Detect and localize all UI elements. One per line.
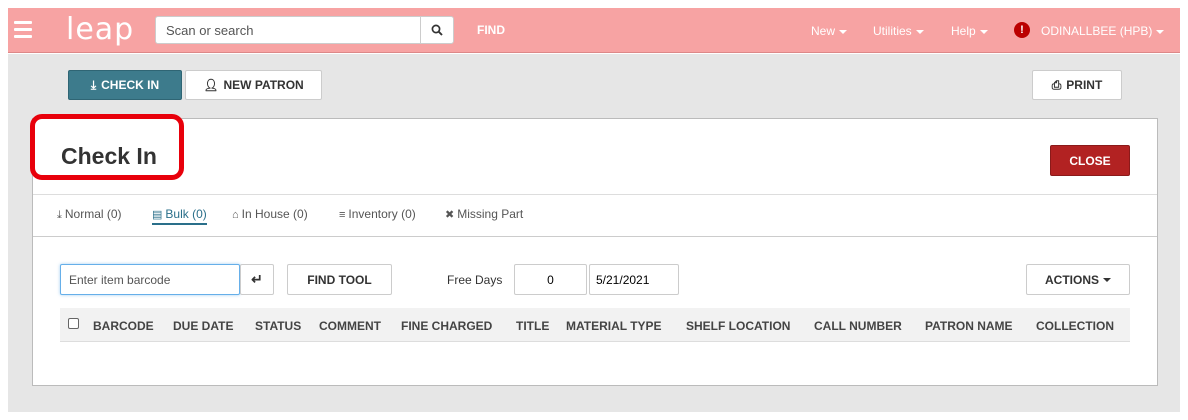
menu-help-label: Help bbox=[951, 24, 976, 38]
close-button[interactable]: CLOSE bbox=[1050, 145, 1130, 176]
alert-icon[interactable]: ! bbox=[1014, 22, 1030, 38]
column-header[interactable]: FINE CHARGED bbox=[401, 319, 492, 333]
tab-missing-part-label: Missing Part bbox=[457, 207, 524, 221]
actions-dropdown-label: ACTIONS bbox=[1045, 272, 1099, 287]
caret-down-icon bbox=[979, 29, 988, 34]
page-body: ⤓ CHECK IN 👤︎ NEW PATRON ⎙ PRINT Check I… bbox=[8, 54, 1180, 412]
top-navbar: leap FIND New Utilities Help ! ODINALLBE… bbox=[8, 8, 1180, 53]
column-header[interactable]: STATUS bbox=[255, 319, 301, 333]
caret-down-icon bbox=[839, 29, 848, 34]
highlight-annotation bbox=[30, 114, 184, 180]
check-in-tabs: ⤓ Normal (0) ▤ Bulk (0) ⌂ In House (0) ≡ Inv… bbox=[33, 195, 1157, 237]
free-days-label: Free Days bbox=[447, 273, 503, 287]
due-date-input[interactable] bbox=[589, 264, 679, 295]
actions-dropdown[interactable]: ACTIONS bbox=[1026, 264, 1130, 295]
tab-bulk-label: Bulk (0) bbox=[165, 207, 207, 221]
tab-missing-part[interactable]: ✖ Missing Part bbox=[445, 207, 523, 221]
caret-down-icon bbox=[1156, 29, 1165, 34]
menu-help[interactable]: Help bbox=[951, 24, 988, 38]
column-header[interactable]: BARCODE bbox=[93, 319, 154, 333]
column-header[interactable]: DUE DATE bbox=[173, 319, 233, 333]
puzzle-icon: ✖ bbox=[445, 209, 455, 221]
print-button-label: PRINT bbox=[1066, 78, 1103, 92]
free-days-input[interactable] bbox=[514, 264, 587, 295]
column-header[interactable]: SHELF LOCATION bbox=[686, 319, 790, 333]
column-header[interactable]: PATRON NAME bbox=[925, 319, 1013, 333]
menu-new[interactable]: New bbox=[811, 24, 848, 38]
column-header[interactable]: TITLE bbox=[516, 319, 549, 333]
menu-utilities[interactable]: Utilities bbox=[873, 24, 924, 38]
menu-new-label: New bbox=[811, 24, 836, 38]
select-all-checkbox[interactable] bbox=[68, 318, 79, 329]
column-header[interactable]: COMMENT bbox=[319, 319, 381, 333]
print-button[interactable]: ⎙ PRINT bbox=[1032, 70, 1122, 100]
layers-icon: ≡ bbox=[339, 209, 346, 221]
home-icon: ⌂ bbox=[232, 209, 239, 221]
user-menu-label: ODINALLBEE (HPB) bbox=[1041, 24, 1153, 38]
app-logo[interactable]: leap bbox=[66, 12, 134, 47]
bulk-icon: ▤ bbox=[152, 209, 163, 221]
tab-bulk[interactable]: ▤ Bulk (0) bbox=[152, 207, 207, 225]
check-in-panel: Check In CLOSE ⤓ Normal (0) ▤ Bulk (0) ⌂ In… bbox=[30, 114, 1158, 386]
tab-in-house-label: In House (0) bbox=[241, 207, 308, 221]
column-header[interactable]: MATERIAL TYPE bbox=[566, 319, 662, 333]
table-header: BARCODE DUE DATE STATUS COMMENT FINE CHA… bbox=[60, 308, 1130, 342]
menu-utilities-label: Utilities bbox=[873, 24, 912, 38]
enter-icon: ↵ bbox=[251, 271, 263, 287]
search-button[interactable] bbox=[421, 16, 454, 44]
find-tool-button[interactable]: FIND TOOL bbox=[287, 264, 392, 295]
search-icon bbox=[431, 24, 443, 36]
new-patron-button-label: NEW PATRON bbox=[223, 78, 304, 92]
tab-normal[interactable]: ⤓ Normal (0) bbox=[57, 207, 122, 222]
barcode-input[interactable] bbox=[60, 264, 240, 295]
new-patron-button[interactable]: 👤︎ NEW PATRON bbox=[185, 70, 322, 100]
tab-inventory[interactable]: ≡ Inventory (0) bbox=[339, 207, 416, 221]
caret-down-icon bbox=[1103, 277, 1111, 282]
caret-down-icon bbox=[915, 29, 924, 34]
download-icon: ⤓ bbox=[90, 77, 97, 92]
hamburger-menu-icon[interactable] bbox=[14, 21, 32, 39]
panel-header: Check In CLOSE bbox=[30, 114, 1157, 195]
enter-button[interactable]: ↵ bbox=[240, 264, 274, 295]
tab-in-house[interactable]: ⌂ In House (0) bbox=[232, 207, 308, 221]
search-input[interactable] bbox=[155, 16, 421, 44]
user-menu[interactable]: ODINALLBEE (HPB) bbox=[1041, 24, 1165, 38]
printer-icon: ⎙ bbox=[1051, 77, 1062, 92]
add-user-icon: 👤︎ bbox=[203, 78, 219, 92]
check-in-button[interactable]: ⤓ CHECK IN bbox=[68, 70, 182, 100]
check-in-button-label: CHECK IN bbox=[101, 78, 160, 92]
find-link[interactable]: FIND bbox=[477, 23, 505, 37]
column-header[interactable]: COLLECTION bbox=[1036, 319, 1114, 333]
tab-normal-label: Normal (0) bbox=[64, 207, 122, 221]
column-header[interactable]: CALL NUMBER bbox=[814, 319, 902, 333]
tab-inventory-label: Inventory (0) bbox=[348, 207, 416, 221]
download-icon: ⤓ bbox=[57, 209, 62, 221]
